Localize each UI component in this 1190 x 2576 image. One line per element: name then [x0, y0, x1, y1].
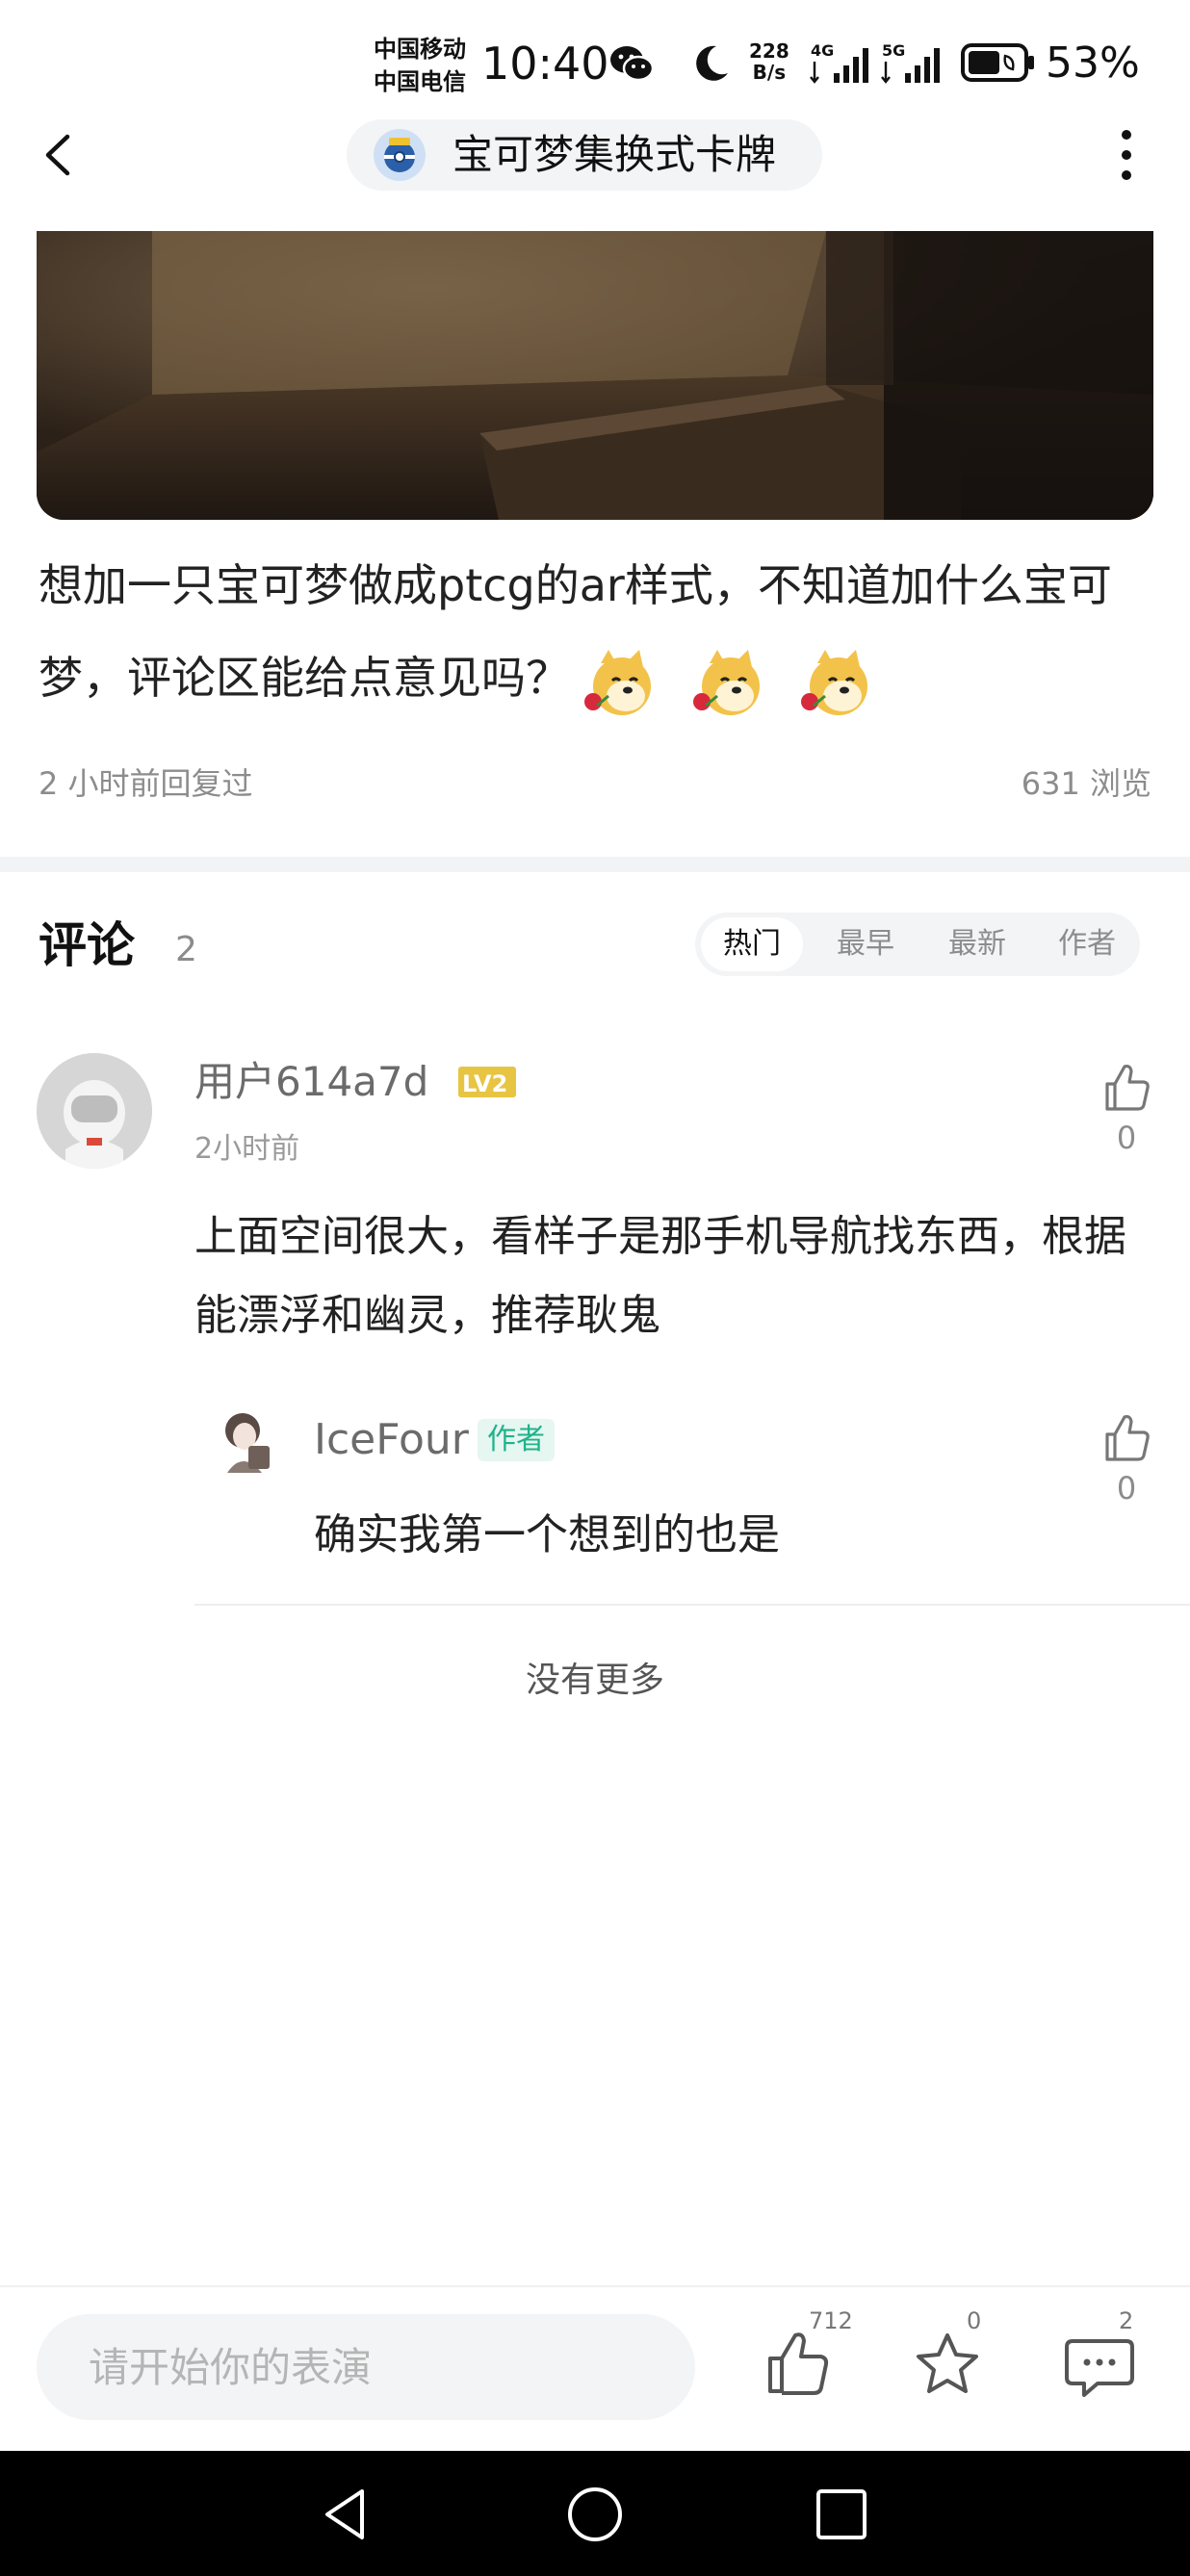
emoji-row — [580, 635, 891, 728]
battery-icon — [961, 43, 1034, 82]
doge-rose-emoji-icon — [801, 650, 868, 715]
sort-tab-earliest[interactable]: 最早 — [815, 917, 917, 971]
thumbs-up-icon[interactable] — [1098, 1059, 1155, 1117]
comment-sort-tabs: 热门 最早 最新 作者 — [695, 913, 1140, 976]
post-image[interactable] — [37, 231, 1153, 520]
section-divider — [0, 857, 1190, 872]
avatar[interactable] — [37, 1053, 152, 1169]
doge-rose-emoji-icon — [584, 650, 651, 715]
reply-text: 确实我第一个想到的也是 — [314, 1510, 780, 1559]
thumbs-up-icon[interactable] — [1098, 1409, 1155, 1467]
post-text: 想加一只宝可梦做成ptcg的ar样式，不知道加什么宝可梦，评论区能给点意见吗？ — [39, 559, 1112, 704]
more-vertical-icon[interactable] — [1107, 123, 1146, 187]
nav-recents-icon[interactable] — [811, 2484, 872, 2545]
topic-avatar — [374, 129, 426, 181]
thumbs-up-icon[interactable] — [759, 2326, 836, 2403]
bottom-action-bar: 712 0 2 — [0, 2285, 1190, 2451]
like-count: 0 — [1116, 1470, 1137, 1507]
author-badge: 作者 — [478, 1419, 555, 1461]
reply-divider — [194, 1604, 1190, 1606]
carrier-line-2: 中国电信 — [374, 68, 466, 95]
star-icon[interactable] — [909, 2326, 986, 2403]
post-meta: 2 小时前回复过 631 浏览 — [39, 760, 1151, 807]
topic-title: 宝可梦集换式卡牌 — [453, 131, 777, 178]
view-count: 631 浏览 — [1021, 765, 1151, 802]
sort-tab-author[interactable]: 作者 — [1036, 917, 1138, 971]
doge-rose-emoji-icon — [692, 650, 760, 715]
comment-input[interactable] — [37, 2314, 695, 2420]
favorite-count: 0 — [967, 2307, 982, 2334]
carrier-line-1: 中国移动 — [374, 36, 466, 63]
carrier-info: 中国移动 中国电信 — [374, 33, 466, 98]
level-badge: LV2 — [458, 1067, 516, 1097]
network-speed: 228 B/s — [749, 40, 789, 83]
clock: 10:40 — [481, 38, 609, 90]
net-speed-value: 228 — [749, 39, 789, 63]
wechat-icon — [610, 46, 655, 82]
post-like-count: 712 — [809, 2307, 853, 2334]
back-icon[interactable] — [35, 125, 85, 185]
comment-icon[interactable] — [1061, 2326, 1138, 2403]
signal-icon: 4G — [810, 41, 868, 84]
comment-count: 2 — [1119, 2307, 1134, 2334]
sort-tab-latest[interactable]: 最新 — [926, 917, 1028, 971]
avatar[interactable] — [214, 1405, 277, 1479]
like-count: 0 — [1116, 1120, 1137, 1156]
level-text: LV2 — [462, 1070, 507, 1097]
sim1-type: 4G — [811, 41, 834, 60]
comments-title: 评论 — [39, 917, 135, 973]
status-bar: 中国移动 中国电信 10:40 228 B/s 4G 5G 53% — [0, 0, 1190, 125]
comment-time: 2小时前 — [194, 1132, 300, 1166]
no-more-label: 没有更多 — [525, 1661, 664, 1700]
topic-chip[interactable]: 宝可梦集换式卡牌 — [347, 119, 822, 191]
moon-icon — [696, 45, 728, 81]
battery-percent: 53% — [1046, 39, 1140, 88]
nav-back-icon[interactable] — [316, 2484, 377, 2545]
system-navigation-bar — [0, 2451, 1190, 2576]
comment-username[interactable]: 用户614a7d — [194, 1053, 428, 1111]
reply-username[interactable]: IceFour — [314, 1411, 469, 1469]
net-speed-unit: B/s — [752, 61, 787, 84]
nav-home-icon[interactable] — [564, 2484, 626, 2545]
post-body: 想加一只宝可梦做成ptcg的ar样式，不知道加什么宝可梦，评论区能给点意见吗？ — [39, 539, 1155, 728]
sort-tab-hot[interactable]: 热门 — [701, 917, 803, 971]
comment-text: 上面空间很大，看样子是那手机导航找东西，根据能漂浮和幽灵，推荐耿鬼 — [194, 1212, 1126, 1340]
post-detail-screen: 中国移动 中国电信 10:40 228 B/s 4G 5G 53% 宝可梦集换式… — [0, 0, 1190, 2576]
signal-icon: 5G — [881, 41, 940, 84]
comments-count: 2 — [175, 930, 197, 969]
sim2-type: 5G — [882, 41, 905, 60]
reply-time: 2 小时前回复过 — [39, 765, 253, 802]
